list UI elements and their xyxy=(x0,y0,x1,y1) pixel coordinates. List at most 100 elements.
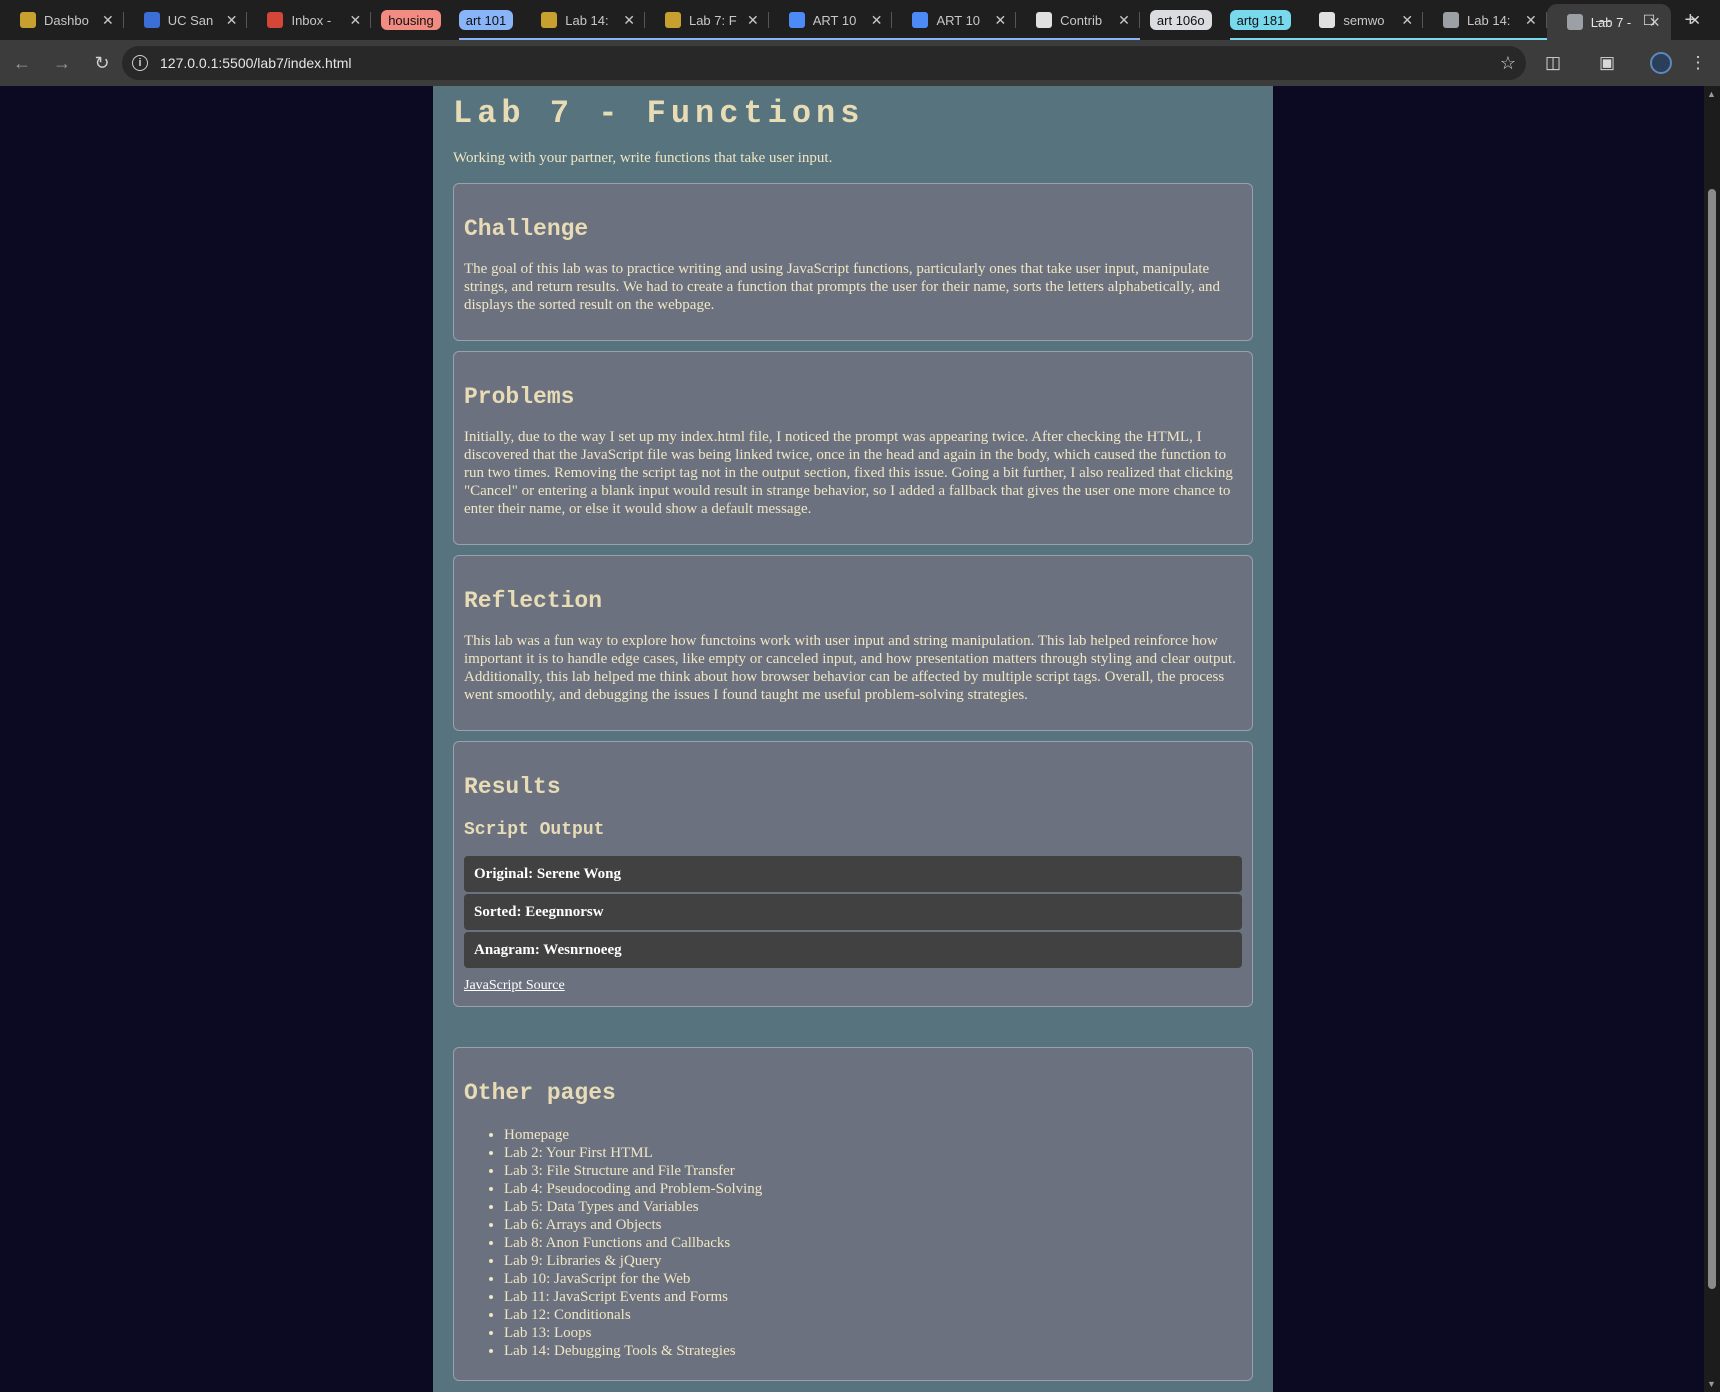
tab-group: art 101 Lab 14: ✕ Lab 7: F ✕ ART 10 ✕ ART 10 ✕ Co… xyxy=(449,0,1140,40)
tab-group-chip[interactable]: artg 181 xyxy=(1229,10,1292,30)
star-icon[interactable]: ☆ xyxy=(1500,53,1516,74)
javascript-source-link[interactable]: JavaScript Source xyxy=(464,978,565,994)
other-page-link[interactable]: Lab 5: Data Types and Variables xyxy=(504,1198,1242,1216)
scroll-up-icon[interactable]: ▲ xyxy=(1707,89,1716,99)
reload-button[interactable]: ↻ xyxy=(84,45,120,81)
intro-text: Working with your partner, write functio… xyxy=(453,150,833,166)
puzzle-icon[interactable]: ◫ xyxy=(1535,45,1571,81)
tab-title: Lab 14: xyxy=(1467,12,1511,28)
profile-button[interactable] xyxy=(1643,45,1679,81)
browser-tab[interactable]: Lab 7: F ✕ xyxy=(645,0,769,40)
browser-tab[interactable]: Lab 14: ✕ xyxy=(521,0,645,40)
challenge-text: The goal of this lab was to practice wri… xyxy=(464,261,1221,313)
tab-group-chip[interactable]: art 106o xyxy=(1149,10,1212,30)
tab-group-chip[interactable]: housing xyxy=(381,10,441,30)
other-pages-heading: Other pages xyxy=(464,1080,616,1106)
other-pages-list: HomepageLab 2: Your First HTMLLab 3: Fil… xyxy=(464,1126,1242,1380)
tab-favicon-icon xyxy=(20,12,36,28)
challenge-heading: Challenge xyxy=(464,216,589,242)
other-page-link[interactable]: Lab 12: Conditionals xyxy=(504,1306,1242,1324)
tab-close-icon[interactable]: ✕ xyxy=(1401,12,1413,29)
browser-tab[interactable]: UC San ✕ xyxy=(124,0,248,40)
browser-tab[interactable]: Dashbo ✕ xyxy=(0,0,124,40)
maximize-button[interactable]: ☐ xyxy=(1626,0,1672,40)
tab-favicon-icon xyxy=(1036,12,1053,28)
tab-title: ART 10 xyxy=(812,12,857,28)
tab-title: ART 10 xyxy=(936,12,981,28)
tab-title: UC San xyxy=(167,12,214,28)
tab-title: Contrib xyxy=(1060,12,1103,28)
reflection-heading: Reflection xyxy=(464,588,603,614)
address-bar[interactable]: i 127.0.0.1:5500/lab7/index.html ☆ xyxy=(122,46,1526,80)
scrollbar-thumb[interactable] xyxy=(1708,189,1716,1289)
tabs-container: Dashbo ✕ UC San ✕ Inbox - ✕ housing art 101 Lab … xyxy=(0,0,1671,40)
output-anagram: Anagram: Wesnrnoeeg xyxy=(464,932,1242,968)
output-sorted: Sorted: Eeegnnorsw xyxy=(464,894,1242,930)
results-heading: Results xyxy=(464,774,561,800)
main-content: Lab 7 - Functions Working with your part… xyxy=(433,86,1273,1392)
tab-close-icon[interactable]: ✕ xyxy=(747,12,759,29)
tab-close-icon[interactable]: ✕ xyxy=(871,12,883,29)
browser-tab[interactable]: semwo ✕ xyxy=(1299,0,1424,40)
other-page-link[interactable]: Lab 9: Libraries & jQuery xyxy=(504,1252,1242,1270)
tab-favicon-icon xyxy=(788,12,805,28)
close-window-button[interactable]: ✕ xyxy=(1672,0,1718,40)
minimize-button[interactable]: — xyxy=(1580,0,1626,40)
tab-group: artg 181 semwo ✕ Lab 14: ✕ xyxy=(1220,0,1547,40)
other-page-link[interactable]: Lab 2: Your First HTML xyxy=(504,1144,1242,1162)
tab-close-icon[interactable]: ✕ xyxy=(1525,12,1537,29)
results-section: Results Script Output Original: Serene W… xyxy=(453,741,1253,1007)
tab-title: Inbox - xyxy=(291,12,332,28)
other-page-link[interactable]: Lab 10: JavaScript for the Web xyxy=(504,1270,1242,1288)
tab-favicon-icon xyxy=(1319,12,1336,28)
page-title: Lab 7 - Functions xyxy=(453,95,865,132)
other-page-link[interactable]: Lab 3: File Structure and File Transfer xyxy=(504,1162,1242,1180)
tab-favicon-icon xyxy=(541,12,558,28)
forward-button[interactable]: → xyxy=(44,45,80,81)
kebab-menu-icon[interactable]: ⋮ xyxy=(1680,45,1716,81)
arrow-left-icon: ← xyxy=(13,52,31,73)
script-output-list: Original: Serene Wong Sorted: Eeegnnorsw… xyxy=(464,856,1242,968)
other-page-link[interactable]: Lab 11: JavaScript Events and Forms xyxy=(504,1288,1242,1306)
problems-section: Problems Initially, due to the way I set… xyxy=(453,351,1253,545)
other-page-link[interactable]: Lab 6: Arrays and Objects xyxy=(504,1216,1242,1234)
browser-tab[interactable]: Contrib ✕ xyxy=(1016,0,1140,40)
info-icon[interactable]: i xyxy=(132,55,148,71)
other-pages-section: Other pages HomepageLab 2: Your First HT… xyxy=(453,1047,1253,1381)
other-page-link[interactable]: Lab 14: Debugging Tools & Strategies xyxy=(504,1342,1242,1360)
tab-group: art 106o xyxy=(1140,0,1220,40)
tab-close-icon[interactable]: ✕ xyxy=(994,12,1006,29)
tab-close-icon[interactable]: ✕ xyxy=(1118,12,1130,29)
scroll-down-icon[interactable]: ▼ xyxy=(1707,1379,1716,1389)
tab-favicon-icon xyxy=(664,12,681,28)
url-text[interactable]: 127.0.0.1:5500/lab7/index.html xyxy=(160,55,351,71)
vertical-scrollbar[interactable]: ▲ ▼ xyxy=(1704,86,1720,1392)
script-output-heading: Script Output xyxy=(464,820,605,840)
other-page-link[interactable]: Lab 13: Loops xyxy=(504,1324,1242,1342)
tab-title: semwo xyxy=(1343,12,1385,28)
back-button[interactable]: ← xyxy=(4,45,40,81)
tab-close-icon[interactable]: ✕ xyxy=(102,12,114,29)
output-original: Original: Serene Wong xyxy=(464,856,1242,892)
browser-tab[interactable]: ART 10 ✕ xyxy=(769,0,893,40)
browser-tab[interactable]: ART 10 ✕ xyxy=(892,0,1017,40)
tab-close-icon[interactable]: ✕ xyxy=(623,12,635,29)
other-page-link[interactable]: Lab 8: Anon Functions and Callbacks xyxy=(504,1234,1242,1252)
other-page-link[interactable]: Lab 4: Pseudocoding and Problem-Solving xyxy=(504,1180,1242,1198)
browser-tab[interactable]: Inbox - ✕ xyxy=(247,0,372,40)
tab-strip: Dashbo ✕ UC San ✕ Inbox - ✕ housing art 101 Lab … xyxy=(0,0,1720,40)
page-viewport: Lab 7 - Functions Working with your part… xyxy=(0,86,1704,1392)
arrow-right-icon: → xyxy=(53,52,71,73)
browser-tab[interactable]: Lab 14: ✕ xyxy=(1423,0,1547,40)
tab-group-chip[interactable]: art 101 xyxy=(458,10,514,30)
problems-text: Initially, due to the way I set up my in… xyxy=(464,429,1233,517)
avatar-icon xyxy=(1650,52,1672,74)
tab-close-icon[interactable]: ✕ xyxy=(349,12,361,29)
tab-favicon-icon xyxy=(1443,12,1460,28)
browser-toolbar: ← → ↻ i 127.0.0.1:5500/lab7/index.html ☆… xyxy=(0,40,1720,86)
tab-favicon-icon xyxy=(912,12,929,28)
tab-search-icon[interactable]: ▣ xyxy=(1589,45,1625,81)
other-page-link[interactable]: Homepage xyxy=(504,1126,1242,1144)
challenge-section: Challenge The goal of this lab was to pr… xyxy=(453,183,1253,341)
tab-close-icon[interactable]: ✕ xyxy=(226,12,238,29)
